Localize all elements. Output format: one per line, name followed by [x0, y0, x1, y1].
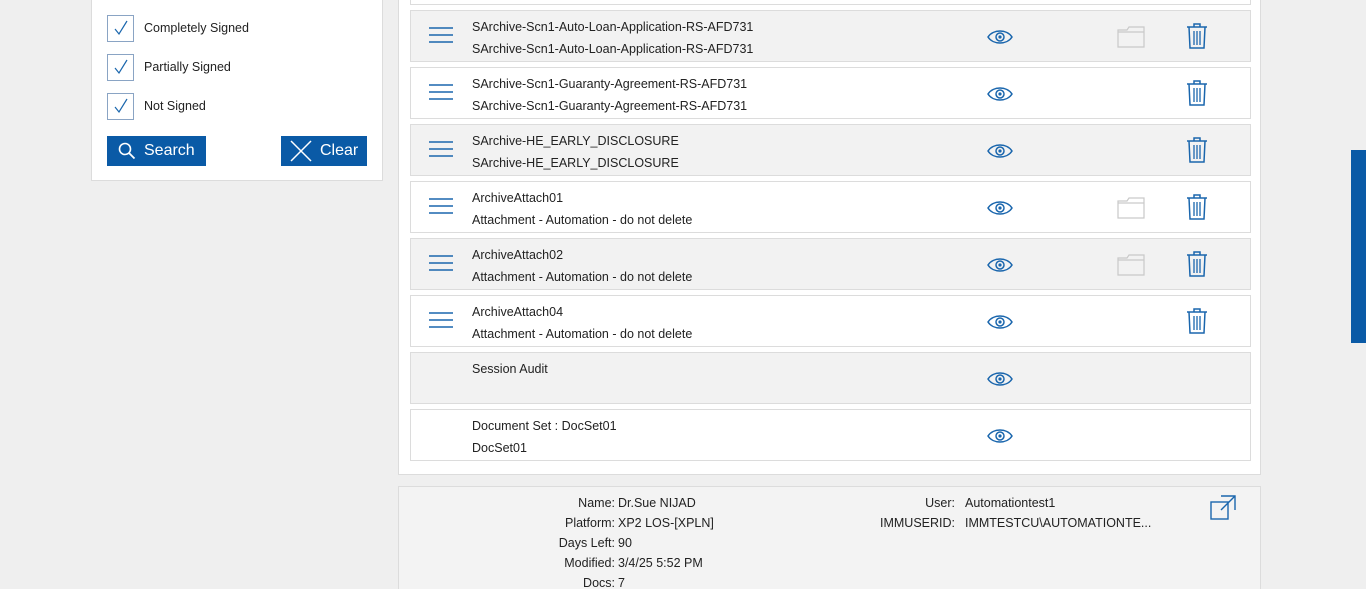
document-name: ArchiveAttach02	[472, 248, 564, 262]
checkbox-not-signed[interactable]	[107, 92, 134, 120]
info-label: Modified:	[564, 556, 615, 570]
trash-icon[interactable]	[1186, 137, 1208, 163]
drag-handle-icon[interactable]	[427, 25, 455, 45]
info-label: Days Left:	[558, 536, 615, 550]
document-name: SArchive-HE_EARLY_DISCLOSURE	[472, 134, 679, 148]
view-eye-icon[interactable]	[987, 28, 1013, 46]
document-description: SArchive-HE_EARLY_DISCLOSURE	[472, 156, 679, 170]
document-name: Session Audit	[472, 362, 548, 376]
document-row[interactable]: SArchive-HE_EARLY_DISCLOSURE SArchive-HE_…	[410, 124, 1251, 176]
document-row[interactable]: ArchiveAttach02 Attachment - Automation -…	[410, 238, 1251, 290]
document-row[interactable]: Document Set : DocSet01 DocSet01	[410, 409, 1251, 461]
document-description: SArchive-Scn1-Auto-Loan-Application-RS-A…	[472, 42, 754, 56]
view-eye-icon[interactable]	[987, 256, 1013, 274]
package-info-panel: Name: Dr.Sue NIJAD Platform: XP2 LOS-[XPLN]…	[398, 486, 1261, 589]
trash-icon[interactable]	[1186, 251, 1208, 277]
view-eye-icon[interactable]	[987, 142, 1013, 160]
info-value: Dr.Sue NIJAD	[618, 496, 696, 510]
filter-label: Completely Signed	[144, 21, 249, 35]
view-eye-icon[interactable]	[987, 370, 1013, 388]
check-icon	[114, 98, 128, 114]
search-button[interactable]: Search	[107, 136, 206, 166]
document-name: SArchive-Scn1-Auto-Loan-Application-RS-A…	[472, 20, 754, 34]
trash-icon[interactable]	[1186, 23, 1208, 49]
info-label: Docs:	[583, 576, 615, 589]
filter-not-signed[interactable]: Not Signed	[107, 92, 206, 120]
view-eye-icon[interactable]	[987, 313, 1013, 331]
search-button-label: Search	[144, 142, 195, 159]
drag-handle-icon[interactable]	[427, 253, 455, 273]
view-eye-icon[interactable]	[987, 85, 1013, 103]
info-value: 3/4/25 5:52 PM	[618, 556, 703, 570]
folder-icon[interactable]	[1117, 197, 1145, 219]
check-icon	[114, 20, 128, 36]
info-value: IMMTESTCU\AUTOMATIONTE...	[965, 516, 1152, 530]
clear-button[interactable]: Clear	[281, 136, 367, 166]
document-row[interactable]: ArchiveAttach04 Attachment - Automation -…	[410, 295, 1251, 347]
trash-icon[interactable]	[1186, 308, 1208, 334]
drag-handle-icon[interactable]	[427, 82, 455, 102]
info-label: IMMUSERID:	[880, 516, 955, 530]
document-description: SArchive-Scn1-Guaranty-Agreement-RS-AFD7…	[472, 99, 748, 113]
clear-button-label: Clear	[320, 142, 359, 159]
document-description: Attachment - Automation - do not delete	[472, 327, 693, 341]
close-icon	[290, 140, 312, 162]
drag-handle-icon[interactable]	[427, 310, 455, 330]
document-row[interactable]: SArchive-Scn1-Guaranty-Agreement-RS-AFD7…	[410, 67, 1251, 119]
view-eye-icon[interactable]	[987, 199, 1013, 217]
document-row[interactable]: Session Audit	[410, 352, 1251, 404]
folder-icon[interactable]	[1117, 26, 1145, 48]
document-list-panel: SArchive-Scn1-Auto-Loan-Application-RS-A…	[398, 0, 1261, 475]
info-label: Platform:	[564, 516, 615, 530]
info-label: Name:	[578, 496, 615, 510]
document-name: SArchive-Scn1-Guaranty-Agreement-RS-AFD7…	[472, 77, 748, 91]
drag-handle-icon[interactable]	[427, 196, 455, 216]
previous-row-edge	[410, 0, 1251, 5]
filter-completely-signed[interactable]: Completely Signed	[107, 14, 249, 42]
document-row[interactable]: SArchive-Scn1-Auto-Loan-Application-RS-A…	[410, 10, 1251, 62]
checkbox-completely-signed[interactable]	[107, 14, 134, 42]
document-description: Attachment - Automation - do not delete	[472, 270, 693, 284]
side-panel-tab[interactable]	[1351, 150, 1366, 343]
trash-icon[interactable]	[1186, 194, 1208, 220]
signature-filter-panel: Completely Signed Partially Signed Not S…	[91, 0, 383, 181]
drag-handle-icon[interactable]	[427, 139, 455, 159]
view-eye-icon[interactable]	[987, 427, 1013, 445]
info-label: User:	[925, 496, 955, 510]
info-value: 7	[618, 576, 625, 589]
filter-partially-signed[interactable]: Partially Signed	[107, 53, 231, 81]
document-name: ArchiveAttach01	[472, 191, 564, 205]
filter-label: Not Signed	[144, 99, 206, 113]
filter-label: Partially Signed	[144, 60, 231, 74]
info-value: XP2 LOS-[XPLN]	[618, 516, 714, 530]
document-name: Document Set : DocSet01	[472, 419, 617, 433]
folder-icon[interactable]	[1117, 254, 1145, 276]
check-icon	[114, 59, 128, 75]
trash-icon[interactable]	[1186, 80, 1208, 106]
info-value: 90	[618, 536, 632, 550]
document-row[interactable]: ArchiveAttach01 Attachment - Automation -…	[410, 181, 1251, 233]
document-name: ArchiveAttach04	[472, 305, 564, 319]
popout-icon[interactable]	[1209, 494, 1237, 522]
document-description: Attachment - Automation - do not delete	[472, 213, 693, 227]
document-description: DocSet01	[472, 441, 527, 455]
info-value: Automationtest1	[965, 496, 1056, 510]
search-icon	[118, 142, 136, 160]
checkbox-partially-signed[interactable]	[107, 53, 134, 81]
